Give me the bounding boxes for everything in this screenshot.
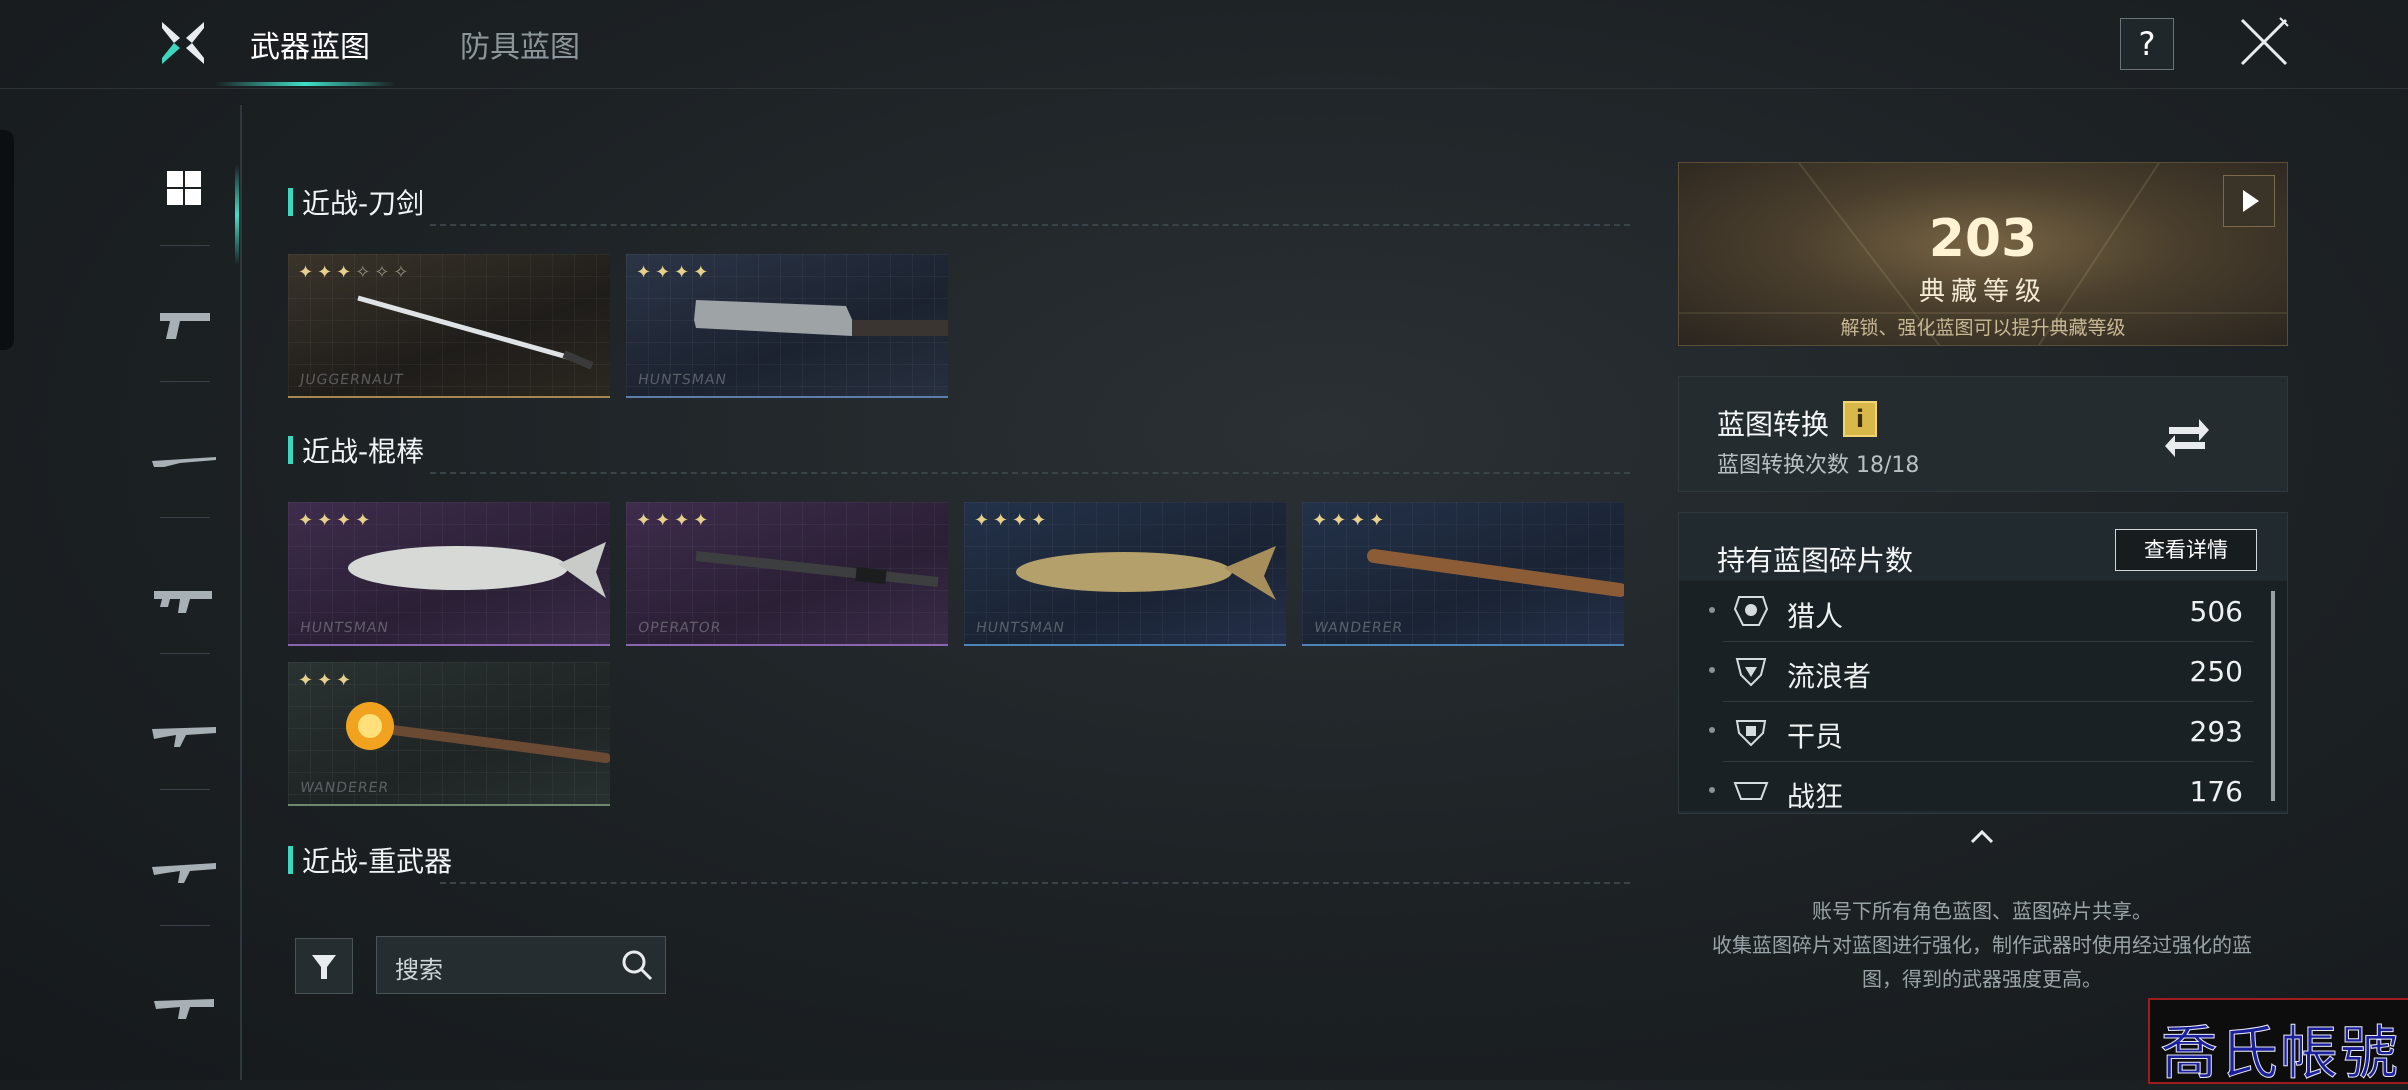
rail-divider bbox=[160, 653, 210, 654]
rail-divider bbox=[160, 245, 210, 246]
blueprint-card-katana[interactable]: ✦✦✦✧✧✧ JUGGERNAUT bbox=[288, 254, 610, 398]
sniper-rifle-icon[interactable] bbox=[150, 441, 220, 481]
view-details-button[interactable]: 查看详情 bbox=[2115, 529, 2257, 571]
play-arrow-button[interactable] bbox=[2223, 175, 2275, 227]
search-placeholder: 搜索 bbox=[395, 956, 443, 984]
blueprint-convert-panel: 蓝图转换 i 蓝图转换次数 18/18 bbox=[1678, 376, 2288, 492]
berserker-class-icon bbox=[1733, 782, 1769, 800]
card-class-label: WANDERER bbox=[298, 780, 391, 796]
blueprint-card-pike-spotted[interactable]: ✦✦✦✦ HUNTSMAN bbox=[964, 502, 1286, 646]
collection-level-title: 典藏等级 bbox=[1918, 277, 2047, 307]
wanderer-class-icon bbox=[1735, 658, 1767, 687]
star-rating: ✦✦✦✦ bbox=[974, 510, 1051, 531]
search-input[interactable]: 搜索 bbox=[376, 936, 666, 994]
fragment-row-hunter: 猎人 506 bbox=[1709, 581, 2253, 642]
rail-divider bbox=[160, 381, 210, 382]
section-divider bbox=[440, 882, 1630, 884]
smg-icon[interactable] bbox=[150, 577, 220, 617]
blueprint-fragments-panel: 持有蓝图碎片数 查看详情 猎人 506 流浪者 250 干员 293 战狂 17… bbox=[1678, 512, 2288, 814]
blueprint-card-torch[interactable]: ✦✦✦ WANDERER bbox=[288, 662, 610, 806]
collection-level-value: 203 bbox=[1928, 209, 2038, 269]
note-line-1: 账号下所有角色蓝图、蓝图碎片共享。 bbox=[1812, 899, 2152, 923]
section-title-heavy: 近战-重武器 bbox=[288, 840, 452, 880]
convert-count: 蓝图转换次数 18/18 bbox=[1717, 453, 1920, 478]
hunter-class-icon bbox=[1733, 596, 1769, 626]
pistol-icon[interactable] bbox=[150, 305, 220, 345]
card-class-label: HUNTSMAN bbox=[298, 620, 390, 636]
star-rating: ✦✦✦✦ bbox=[636, 262, 713, 283]
rail-divider bbox=[160, 517, 210, 518]
game-logo-icon bbox=[162, 22, 204, 64]
blueprint-card-machete[interactable]: ✦✦✦✦ HUNTSMAN bbox=[626, 254, 948, 398]
filter-button[interactable] bbox=[295, 938, 353, 994]
collection-level-banner[interactable]: 203 典藏等级 解锁、强化蓝图可以提升典藏等级 bbox=[1678, 162, 2288, 346]
category-rail bbox=[120, 105, 242, 1080]
chevron-up-icon[interactable] bbox=[1968, 826, 1996, 846]
card-class-label: WANDERER bbox=[1312, 620, 1405, 636]
info-icon[interactable]: i bbox=[1843, 401, 1877, 437]
search-icon[interactable] bbox=[619, 947, 655, 983]
close-icon[interactable] bbox=[2236, 14, 2292, 70]
star-rating: ✦✦✦✦ bbox=[1312, 510, 1389, 531]
card-class-label: JUGGERNAUT bbox=[298, 372, 405, 388]
star-rating: ✦✦✦✧✧✧ bbox=[298, 262, 413, 283]
screen-edge-bumper bbox=[0, 130, 14, 350]
collection-level-hint: 解锁、强化蓝图可以提升典藏等级 bbox=[1840, 317, 2126, 339]
fragment-list-scrollbar[interactable] bbox=[2271, 591, 2275, 801]
filter-icon bbox=[312, 955, 336, 979]
top-bar: 武器蓝图 防具蓝图 ? bbox=[0, 0, 2408, 89]
rail-active-indicator bbox=[235, 165, 239, 265]
watermark-text: 喬氏帳號 bbox=[2159, 1019, 2400, 1088]
fragment-row-wanderer: 流浪者 250 bbox=[1709, 641, 2253, 702]
star-rating: ✦✦✦✦ bbox=[636, 510, 713, 531]
all-categories-icon[interactable] bbox=[150, 169, 220, 209]
star-rating: ✦✦✦ bbox=[298, 670, 356, 691]
note-line-3: 图，得到的武器强度更高。 bbox=[1862, 967, 2102, 991]
operator-class-icon bbox=[1735, 720, 1767, 747]
help-button[interactable]: ? bbox=[2120, 18, 2174, 70]
tab-armor-blueprint[interactable]: 防具蓝图 bbox=[460, 22, 580, 66]
convert-title: 蓝图转换 bbox=[1717, 408, 1830, 441]
blueprint-card-pike-white[interactable]: ✦✦✦✦ HUNTSMAN bbox=[288, 502, 610, 646]
carbine-icon[interactable] bbox=[150, 849, 220, 889]
section-title-clubs: 近战-棍棒 bbox=[288, 430, 424, 470]
star-rating: ✦✦✦✦ bbox=[298, 510, 375, 531]
card-class-label: OPERATOR bbox=[636, 620, 723, 636]
rail-divider bbox=[160, 925, 210, 926]
shotgun-icon[interactable] bbox=[150, 985, 220, 1025]
section-divider bbox=[430, 224, 1630, 226]
blueprint-card-baton[interactable]: ✦✦✦✦ OPERATOR bbox=[626, 502, 948, 646]
fragment-row-operator: 干员 293 bbox=[1709, 701, 2253, 762]
note-line-2: 收集蓝图碎片对蓝图进行强化，制作武器时使用经过强化的蓝 bbox=[1712, 933, 2252, 957]
active-tab-indicator bbox=[215, 82, 395, 86]
card-class-label: HUNTSMAN bbox=[636, 372, 728, 388]
fragment-list[interactable]: 猎人 506 流浪者 250 干员 293 战狂 176 bbox=[1679, 581, 2287, 811]
card-class-label: HUNTSMAN bbox=[974, 620, 1066, 636]
section-divider bbox=[430, 472, 1630, 474]
assault-rifle-icon[interactable] bbox=[150, 713, 220, 753]
blueprint-card-bat[interactable]: ✦✦✦✦ WANDERER bbox=[1302, 502, 1624, 646]
fragments-title: 持有蓝图碎片数 bbox=[1717, 544, 1914, 577]
rail-divider bbox=[160, 789, 210, 790]
section-title-blades: 近战-刀剑 bbox=[288, 182, 424, 222]
swap-arrows-icon[interactable] bbox=[2159, 407, 2215, 463]
watermark-stamp: 喬氏帳號 bbox=[2148, 998, 2408, 1088]
tab-weapon-blueprint[interactable]: 武器蓝图 bbox=[250, 22, 370, 66]
fragment-row-berserker: 战狂 176 bbox=[1709, 761, 2253, 811]
